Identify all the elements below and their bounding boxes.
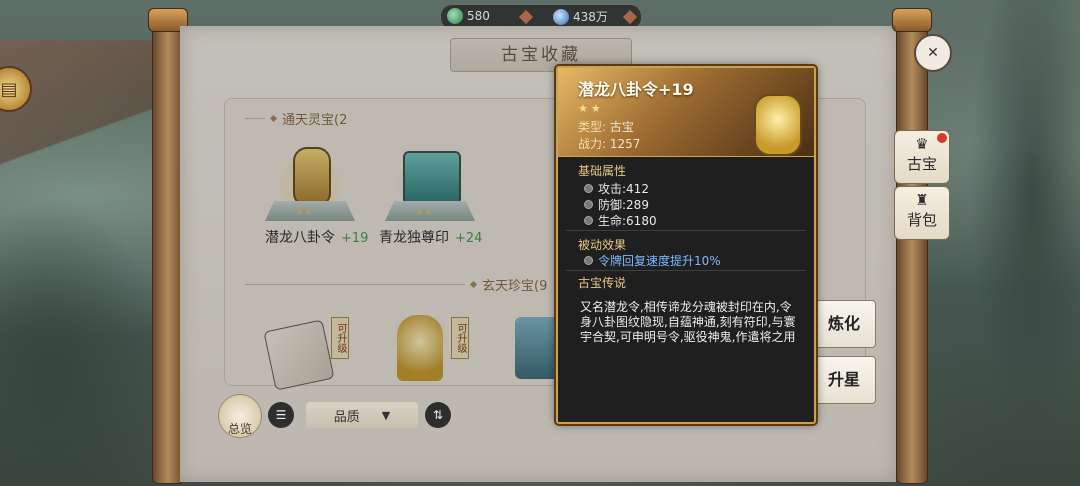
attr-defense-text: 防御:289 [598, 198, 649, 212]
refine-button[interactable]: 炼化 [812, 300, 876, 348]
tab-bag[interactable]: ♜ 背包 [894, 186, 950, 240]
diamond-separator-icon [518, 9, 534, 25]
overview-button[interactable]: 总览 [218, 394, 262, 438]
base-attributes-section: 基础属性 攻击:412 防御:289 生命:6180 [566, 158, 806, 231]
attr-life: 生命:6180 [584, 212, 657, 229]
tab-bag-label: 背包 [906, 211, 937, 229]
qianlong-token-icon [754, 94, 802, 156]
passive-effect-section: 被动效果 令牌回复速度提升10% [566, 232, 806, 271]
tooltip-item-name: 潜龙八卦令+19 [578, 80, 694, 99]
passive-effect: 令牌回复速度提升10% [584, 252, 721, 269]
bullet-icon [584, 256, 593, 265]
item-detail-tooltip: 潜龙八卦令+19 ★★ 类型: 古宝 战力: 1257 基础属性 攻击:412 … [556, 66, 816, 424]
type-value: 古宝 [609, 120, 634, 134]
attr-attack: 攻击:412 [584, 180, 649, 197]
diamond-separator-icon [622, 9, 638, 25]
tooltip-stars: ★★ [578, 102, 604, 115]
sort-button[interactable]: ⇅ [425, 402, 451, 428]
sort-icon: ⇅ [432, 408, 444, 422]
overview-label: 总览 [227, 422, 252, 436]
tooltip-type: 类型: 古宝 [578, 118, 634, 135]
water-drop-icon [553, 8, 569, 25]
close-icon: ✕ [927, 45, 939, 61]
attr-attack-text: 攻击:412 [598, 182, 649, 196]
scroll-cap [892, 8, 932, 32]
lore-title: 古宝传说 [578, 276, 627, 290]
passive-effect-text: 令牌回复速度提升10% [598, 254, 721, 268]
section-title: 被动效果 [578, 238, 627, 252]
tooltip-power: 战力: 1257 [578, 135, 640, 152]
upgrade-star-button[interactable]: 升星 [812, 356, 876, 404]
book-icon: ▤ [0, 78, 18, 100]
bag-tab-icon: ♜ [915, 191, 929, 209]
list-icon: ☰ [275, 408, 287, 422]
bullet-icon [584, 184, 593, 193]
list-view-button[interactable]: ☰ [268, 402, 294, 428]
chevron-down-icon: ▼ [381, 408, 391, 422]
quality-filter-select[interactable]: 品质 ▼ [306, 402, 418, 428]
type-label: 类型: [578, 120, 607, 134]
scroll-rod-right [896, 12, 928, 484]
tooltip-header: 潜龙八卦令+19 ★★ 类型: 古宝 战力: 1257 [558, 68, 814, 157]
currency-jade-value: 580 [467, 9, 490, 23]
currency-jade[interactable]: 580 [447, 8, 490, 24]
attr-defense: 防御:289 [584, 196, 649, 213]
tab-treasure-label: 古宝 [906, 155, 937, 173]
currency-water[interactable]: 438万 [553, 8, 608, 25]
close-button[interactable]: ✕ [914, 34, 952, 72]
section-title: 基础属性 [578, 164, 627, 178]
lore-text: 又名潜龙令,相传谛龙分魂被封印在内,令身八卦图纹隐现,自蕴神通,刻有符印,与寰宇… [580, 300, 796, 344]
background-foliage-right [960, 0, 1080, 486]
jade-coin-icon [447, 8, 463, 24]
tab-treasure[interactable]: ♛ 古宝 [894, 130, 950, 184]
background-foliage-left [0, 200, 170, 486]
bullet-icon [584, 200, 593, 209]
attr-life-text: 生命:6180 [598, 214, 657, 228]
quality-filter-label: 品质 [333, 409, 360, 425]
currency-water-value: 438万 [573, 10, 608, 24]
bullet-icon [584, 216, 593, 225]
notification-badge [937, 133, 947, 143]
power-label: 战力: [578, 137, 607, 151]
power-value: 1257 [609, 137, 641, 151]
